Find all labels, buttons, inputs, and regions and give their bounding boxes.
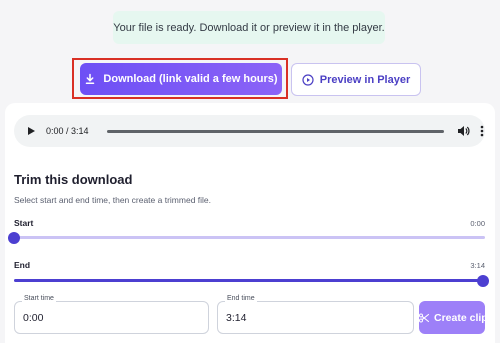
start-time-label: Start time bbox=[22, 295, 56, 302]
download-button-label: Download (link valid a few hours) bbox=[103, 73, 278, 85]
preview-in-player-button[interactable]: Preview in Player bbox=[291, 63, 421, 96]
scissors-icon bbox=[419, 313, 429, 323]
end-slider-label: End bbox=[14, 260, 31, 270]
trim-description: Select start and end time, then create a… bbox=[14, 195, 212, 205]
start-slider-thumb[interactable] bbox=[8, 232, 20, 244]
preview-button-label: Preview in Player bbox=[319, 73, 411, 86]
end-slider-thumb[interactable] bbox=[477, 275, 489, 287]
create-clip-button[interactable]: Create clip bbox=[419, 301, 485, 334]
volume-icon[interactable] bbox=[457, 125, 470, 137]
end-time-field[interactable]: End time bbox=[217, 295, 414, 334]
ready-notice-text: Your file is ready. Download it or previ… bbox=[113, 21, 385, 34]
trim-title: Trim this download bbox=[14, 172, 133, 187]
more-vert-icon[interactable] bbox=[480, 125, 484, 137]
start-slider-track[interactable] bbox=[14, 236, 485, 239]
audio-player[interactable]: 0:00 / 3:14 bbox=[14, 115, 485, 147]
end-time-label: End time bbox=[225, 295, 257, 302]
end-time-input[interactable] bbox=[226, 312, 405, 324]
ready-notice: Your file is ready. Download it or previ… bbox=[113, 11, 385, 44]
end-slider-value: 3:14 bbox=[470, 261, 485, 270]
start-time-field[interactable]: Start time bbox=[14, 295, 209, 334]
player-time: 0:00 / 3:14 bbox=[46, 126, 89, 136]
play-circle-icon bbox=[302, 73, 314, 86]
download-button[interactable]: Download (link valid a few hours) bbox=[80, 63, 282, 95]
start-slider-label: Start bbox=[14, 218, 34, 228]
create-clip-label: Create clip bbox=[434, 311, 485, 324]
player-progress-bar[interactable] bbox=[107, 130, 444, 133]
play-icon[interactable] bbox=[26, 126, 36, 136]
end-slider-track[interactable] bbox=[14, 279, 485, 282]
download-icon bbox=[84, 73, 96, 85]
start-time-input[interactable] bbox=[23, 312, 200, 324]
start-slider-value: 0:00 bbox=[470, 219, 485, 228]
